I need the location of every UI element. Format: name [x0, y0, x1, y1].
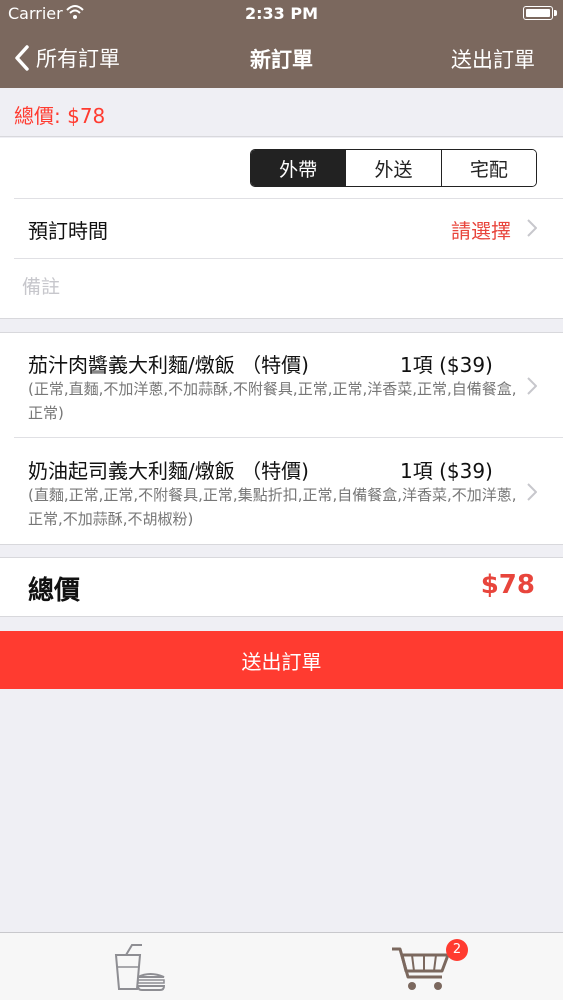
order-item-row[interactable]: 奶油起司義大利麵/燉飯 （特價) 1項 ($39) (直麵,正常,正常,不附餐具… [0, 439, 563, 543]
cart-badge: 2 [446, 939, 468, 961]
new-order-screen: Carrier 2:33 PM 所有訂單 新訂單 送出訂單 總價: $78 外帶… [0, 0, 563, 1000]
tab-menu[interactable] [70, 933, 210, 1000]
total-summary-text: 總價: $78 [14, 104, 106, 128]
battery-icon [523, 6, 557, 20]
item-options: (直麵,正常,正常,不附餐具,正常,集點折扣,正常,自備餐盒,洋香菜,不加洋蔥,… [28, 486, 517, 528]
item-name: 奶油起司義大利麵/燉飯 （特價) [28, 459, 309, 483]
nav-submit-button[interactable]: 送出訂單 [451, 44, 535, 74]
chevron-right-icon [527, 377, 537, 395]
order-options-section: 外帶 外送 宅配 預訂時間 請選擇 [0, 138, 563, 319]
order-items-section: 茄汁肉醬義大利麵/燉飯 （特價) 1項 ($39) (正常,直麵,不加洋蔥,不加… [0, 332, 563, 545]
tab-cart[interactable]: 2 [354, 933, 494, 1000]
item-quantity-price: 1項 ($39) [400, 459, 493, 483]
drink-burger-icon [114, 944, 166, 991]
grand-total-section: 總價 $78 [0, 557, 563, 617]
grand-total-value: $78 [480, 570, 535, 600]
segment-delivery[interactable]: 外送 [345, 150, 441, 186]
item-name: 茄汁肉醬義大利麵/燉飯 （特價) [28, 353, 309, 377]
reserve-time-value: 請選擇 [451, 219, 511, 243]
status-bar: Carrier 2:33 PM [0, 0, 563, 28]
item-options: (正常,直麵,不加洋蔥,不加蒜酥,不附餐具,正常,正常,洋香菜,正常,自備餐盒,… [28, 380, 517, 422]
status-time: 2:33 PM [244, 4, 318, 23]
reserve-time-row[interactable]: 預訂時間 請選擇 [0, 199, 563, 257]
chevron-right-icon [527, 483, 537, 501]
segment-home-delivery[interactable]: 宅配 [440, 150, 536, 186]
nav-bar: 所有訂單 新訂單 送出訂單 [0, 28, 563, 88]
total-summary-bar: 總價: $78 [0, 88, 563, 137]
segment-takeout[interactable]: 外帶 [251, 150, 346, 186]
submit-order-button[interactable]: 送出訂單 [0, 631, 563, 689]
cart-icon [392, 947, 450, 990]
grand-total-label: 總價 [28, 576, 81, 606]
tab-bar: 2 [0, 932, 563, 1000]
reserve-time-label: 預訂時間 [28, 219, 108, 243]
divider [14, 258, 563, 259]
chevron-right-icon [527, 219, 537, 237]
item-quantity-price: 1項 ($39) [400, 353, 493, 377]
order-item-row[interactable]: 茄汁肉醬義大利麵/燉飯 （特價) 1項 ($39) (正常,直麵,不加洋蔥,不加… [0, 333, 563, 437]
divider [14, 437, 563, 438]
delivery-method-segmented-control: 外帶 外送 宅配 [250, 149, 537, 187]
note-input[interactable] [22, 270, 542, 304]
